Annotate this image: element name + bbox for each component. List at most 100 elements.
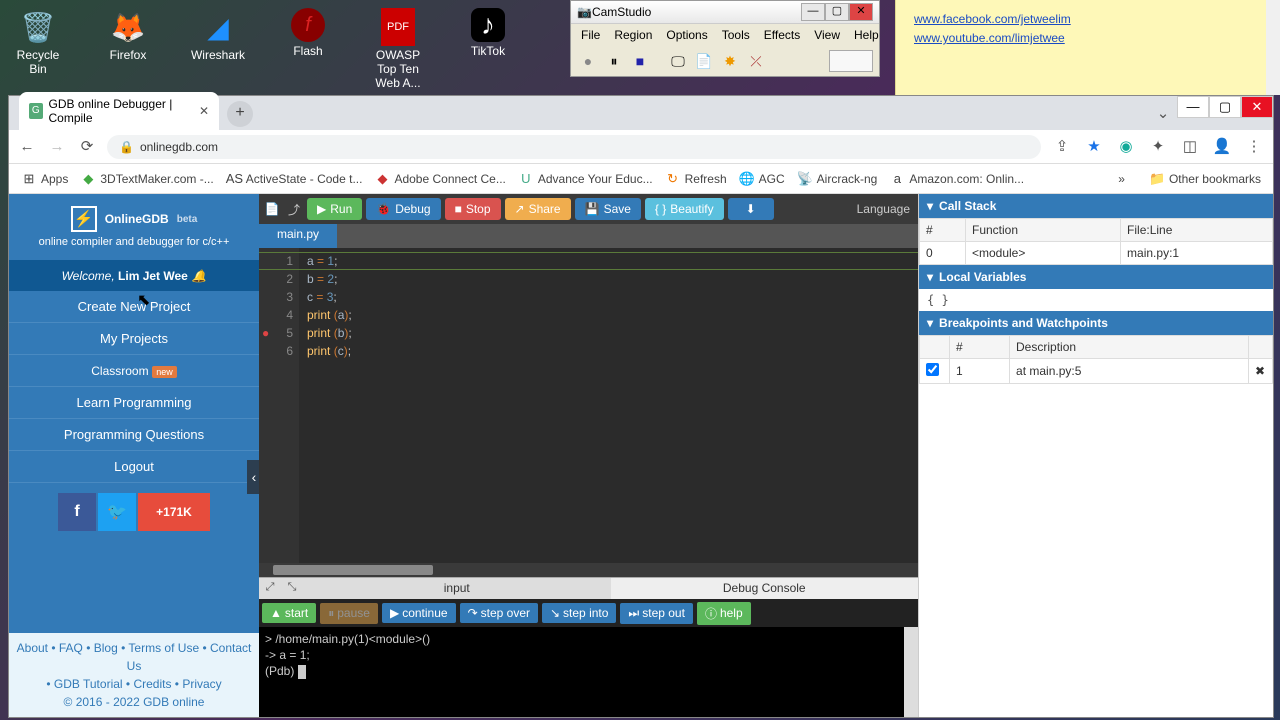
breakpoints-header[interactable]: ▾Breakpoints and Watchpoints	[919, 311, 1273, 335]
profile-icon[interactable]: 👤	[1211, 136, 1233, 158]
menu-icon[interactable]: ⋮	[1243, 136, 1265, 158]
sidebar-item-projects[interactable]: My Projects	[9, 323, 259, 355]
callstack-header[interactable]: ▾Call Stack	[919, 194, 1273, 218]
menu-effects[interactable]: Effects	[758, 26, 806, 44]
browser-tab[interactable]: G GDB online Debugger | Compile ✕	[19, 92, 219, 130]
forward-button[interactable]: →	[47, 137, 67, 157]
debug-console-tab[interactable]: Debug Console	[611, 578, 919, 599]
bell-icon[interactable]: 🔔	[191, 269, 206, 283]
collapse-icon[interactable]: ⤡	[281, 578, 303, 599]
bookmark-apps[interactable]: ⊞Apps	[17, 168, 72, 190]
new-tab-button[interactable]: +	[227, 101, 253, 127]
dbg-help-button[interactable]: ⓘ help	[697, 602, 751, 625]
extensions-icon[interactable]: ✦	[1147, 136, 1169, 158]
url-input[interactable]: 🔒 onlinegdb.com	[107, 135, 1041, 159]
expand-icon[interactable]: ⤢	[259, 578, 281, 599]
dbg-start-button[interactable]: ▲ start	[262, 603, 316, 623]
upload-icon[interactable]: ⤴	[285, 201, 303, 218]
tool-icon[interactable]: 🖵	[667, 50, 689, 72]
code-content[interactable]: a = 1; b = 2; c = 3; print (a); print (b…	[299, 248, 360, 563]
horizontal-scrollbar[interactable]	[259, 563, 918, 577]
settings-icon[interactable]: ✸	[719, 50, 741, 72]
desktop-icon-wireshark[interactable]: ◢Wireshark	[188, 8, 248, 92]
table-row[interactable]: 0<module>main.py:1	[920, 242, 1273, 265]
editor-tab[interactable]: main.py	[259, 224, 337, 248]
bookmark-item[interactable]: ◆3DTextMaker.com -...	[76, 168, 217, 190]
sticky-link2[interactable]: www.youtube.com/limjetwee	[914, 29, 1262, 48]
menu-tools[interactable]: Tools	[716, 26, 756, 44]
record-icon[interactable]: ●	[577, 50, 599, 72]
new-file-icon[interactable]: 📄	[263, 202, 281, 216]
share-button[interactable]: ↗ Share	[505, 198, 571, 220]
sidebar-item-learn[interactable]: Learn Programming	[9, 387, 259, 419]
bookmark-item[interactable]: 🌐AGC	[735, 168, 789, 190]
sidepanel-icon[interactable]: ◫	[1179, 136, 1201, 158]
run-button[interactable]: ▶ Run	[307, 198, 362, 220]
stop-button[interactable]: ■ Stop	[445, 198, 501, 220]
code-editor[interactable]: 123456 a = 1; b = 2; c = 3; print (a); p…	[259, 248, 918, 563]
bookmark-item[interactable]: ASActiveState - Code t...	[222, 168, 367, 190]
chevron-down-icon[interactable]: ⌄	[1153, 104, 1173, 124]
dbg-stepover-button[interactable]: ↷ step over	[460, 603, 538, 623]
scrollbar[interactable]	[1266, 0, 1280, 95]
maximize-button[interactable]: ▢	[825, 3, 849, 21]
addthis-button[interactable]: + 171K	[138, 493, 210, 531]
footer-links[interactable]: About • FAQ • Blog • Terms of Use • Cont…	[15, 639, 253, 675]
scrollbar[interactable]	[904, 627, 918, 717]
share-icon[interactable]: ⇪	[1051, 136, 1073, 158]
bookmark-item[interactable]: 📡Aircrack-ng	[793, 168, 882, 190]
download-button[interactable]: ⬇	[728, 198, 774, 220]
save-button[interactable]: 💾 Save	[575, 198, 641, 220]
locals-header[interactable]: ▾Local Variables	[919, 265, 1273, 289]
dbg-stepinto-button[interactable]: ↘ step into	[542, 603, 616, 623]
bookmark-item[interactable]: aAmazon.com: Onlin...	[885, 168, 1028, 190]
dbg-pause-button[interactable]: ⏸ pause	[320, 603, 378, 624]
other-bookmarks[interactable]: 📁Other bookmarks	[1145, 168, 1265, 190]
twitter-button[interactable]: 🐦	[98, 493, 136, 531]
stop-icon[interactable]: ■	[629, 50, 651, 72]
tool-icon[interactable]: 📄	[693, 50, 715, 72]
input-tab[interactable]: input	[303, 578, 611, 599]
menu-file[interactable]: File	[575, 26, 606, 44]
beautify-button[interactable]: { } Beautify	[645, 198, 724, 220]
bookmark-item[interactable]: ↻Refresh	[661, 168, 731, 190]
desktop-icon-flash[interactable]: fFlash	[278, 8, 338, 92]
close-button[interactable]: ✕	[1241, 96, 1273, 118]
facebook-button[interactable]: f	[58, 493, 96, 531]
sticky-link1[interactable]: www.facebook.com/jetweelim	[914, 10, 1262, 29]
bookmark-item[interactable]: ◆Adobe Connect Ce...	[370, 168, 509, 190]
minimize-button[interactable]: —	[801, 3, 825, 21]
sidebar-item-create[interactable]: Create New Project	[9, 291, 259, 323]
sidebar-item-questions[interactable]: Programming Questions	[9, 419, 259, 451]
breakpoint-icon[interactable]: 5	[265, 324, 293, 342]
bookmark-item[interactable]: UAdvance Your Educ...	[514, 168, 657, 190]
sidebar-item-logout[interactable]: Logout	[9, 451, 259, 483]
desktop-icon-recyclebin[interactable]: 🗑️Recycle Bin	[8, 8, 68, 92]
reload-button[interactable]: ⟳	[77, 137, 97, 157]
close-tab-icon[interactable]: ✕	[199, 104, 209, 118]
star-icon[interactable]: ★	[1083, 136, 1105, 158]
desktop-icon-firefox[interactable]: 🦊Firefox	[98, 8, 158, 92]
dbg-continue-button[interactable]: ▶ continue	[382, 603, 456, 623]
debug-button[interactable]: 🐞 Debug	[366, 198, 440, 220]
menu-view[interactable]: View	[808, 26, 846, 44]
footer-links[interactable]: • GDB Tutorial • Credits • Privacy	[15, 675, 253, 693]
sidebar-item-classroom[interactable]: Classroom new	[9, 355, 259, 387]
close-button[interactable]: ✕	[849, 3, 873, 21]
menu-help[interactable]: Help	[848, 26, 885, 44]
maximize-button[interactable]: ▢	[1209, 96, 1241, 118]
extension-icon[interactable]: ◉	[1115, 136, 1137, 158]
back-button[interactable]: ←	[17, 137, 37, 157]
table-row[interactable]: 1 at main.py:5 ✖	[920, 359, 1273, 384]
tool-icon[interactable]: ⤫	[745, 50, 767, 72]
bookmarks-overflow[interactable]: »	[1118, 172, 1125, 186]
minimize-button[interactable]: —	[1177, 96, 1209, 118]
menu-options[interactable]: Options	[660, 26, 713, 44]
pause-icon[interactable]: ⏸	[603, 50, 625, 72]
dbg-stepout-button[interactable]: ⏭ step out	[620, 603, 693, 624]
desktop-icon-tiktok[interactable]: ♪TikTok	[458, 8, 518, 92]
breakpoint-checkbox[interactable]	[926, 363, 939, 376]
remove-breakpoint-icon[interactable]: ✖	[1249, 359, 1273, 384]
desktop-icon-owasp[interactable]: PDFOWASP Top Ten Web A...	[368, 8, 428, 92]
menu-region[interactable]: Region	[608, 26, 658, 44]
